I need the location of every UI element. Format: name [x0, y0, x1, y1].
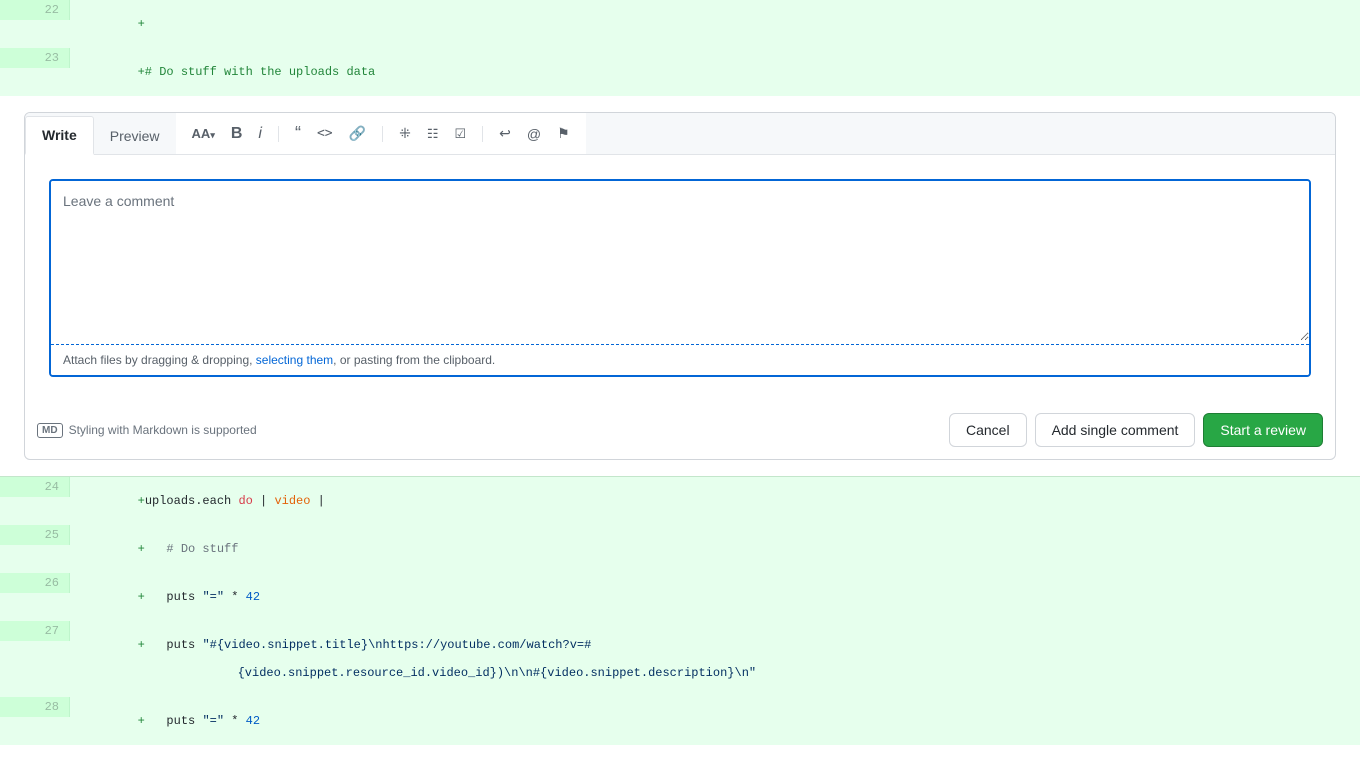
markdown-icon: MD	[37, 423, 63, 438]
diff-row-26: 26 + puts "=" * 42	[0, 573, 1360, 621]
diff-row-24: 24 +uploads.each do | video |	[0, 477, 1360, 525]
comment-form-container: Write Preview AA▾ B i “	[0, 96, 1360, 476]
attach-text-after: , or pasting from the clipboard.	[333, 353, 495, 367]
comment-actions: MD Styling with Markdown is supported Ca…	[25, 401, 1335, 459]
ordered-list-button[interactable]: ☷	[423, 124, 443, 144]
line-num-23: 23	[0, 48, 70, 68]
quote-icon: “	[295, 123, 301, 144]
add-single-comment-button[interactable]: Add single comment	[1035, 413, 1196, 447]
separator-3	[482, 126, 483, 142]
line-content-28: + puts "=" * 42	[70, 697, 1360, 745]
line-num-26: 26	[0, 573, 70, 593]
tab-preview[interactable]: Preview	[94, 118, 176, 154]
attach-text-before: Attach files by dragging & dropping,	[63, 353, 256, 367]
line-num-28: 28	[0, 697, 70, 717]
reply-button[interactable]: ↩	[495, 123, 515, 144]
separator-2	[382, 126, 383, 142]
heading-button[interactable]: AA▾	[188, 124, 219, 143]
diff-row-22: 22 +	[0, 0, 1360, 48]
link-button[interactable]: 🔗	[345, 123, 370, 144]
ul-icon: ⁜	[399, 125, 411, 142]
italic-button[interactable]: i	[254, 123, 266, 145]
markdown-hint: MD Styling with Markdown is supported	[37, 423, 941, 438]
separator-1	[278, 126, 279, 142]
diff-bottom: 24 +uploads.each do | video | 25 + # Do …	[0, 476, 1360, 745]
bookmark-icon: ⚑	[557, 125, 570, 142]
comment-form-panel: Write Preview AA▾ B i “	[24, 112, 1336, 460]
selecting-them-link[interactable]: selecting them	[256, 353, 333, 367]
bold-button[interactable]: B	[227, 123, 247, 145]
diff-row-28: 28 + puts "=" * 42	[0, 697, 1360, 745]
bookmark-button[interactable]: ⚑	[553, 123, 574, 144]
line-content-23: +# Do stuff with the uploads data	[70, 48, 1360, 96]
ol-icon: ☷	[427, 126, 439, 142]
line-content-22: +	[70, 0, 1360, 48]
line-num-24: 24	[0, 477, 70, 497]
line-num-27: 27	[0, 621, 70, 641]
cancel-button[interactable]: Cancel	[949, 413, 1027, 447]
unordered-list-button[interactable]: ⁜	[395, 123, 415, 144]
attach-files-bar: Attach files by dragging & dropping, sel…	[51, 344, 1309, 375]
reply-icon: ↩	[499, 125, 511, 142]
tabs-toolbar-row: Write Preview AA▾ B i “	[25, 113, 1335, 155]
tasklist-icon: ☑	[454, 126, 466, 142]
markdown-hint-label: Styling with Markdown is supported	[69, 423, 257, 437]
tab-group: Write Preview	[25, 113, 176, 154]
diff-top: 22 + 23 +# Do stuff with the uploads dat…	[0, 0, 1360, 96]
textarea-wrapper-outer: Attach files by dragging & dropping, sel…	[25, 155, 1335, 401]
diff-row-25: 25 + # Do stuff	[0, 525, 1360, 573]
page-wrapper: 22 + 23 +# Do stuff with the uploads dat…	[0, 0, 1360, 766]
comment-textarea[interactable]	[51, 181, 1309, 341]
line-num-25: 25	[0, 525, 70, 545]
code-button[interactable]: <>	[313, 124, 337, 143]
start-review-button[interactable]: Start a review	[1203, 413, 1323, 447]
line-content-27: + puts "#{video.snippet.title}\nhttps://…	[70, 621, 1360, 697]
bold-icon: B	[231, 125, 243, 143]
link-icon: 🔗	[349, 125, 366, 142]
toolbar: AA▾ B i “ <> 🔗	[176, 113, 586, 154]
italic-icon: i	[258, 125, 262, 143]
diff-row-27: 27 + puts "#{video.snippet.title}\nhttps…	[0, 621, 1360, 697]
mention-button[interactable]: @	[523, 124, 545, 144]
diff-row-23: 23 +# Do stuff with the uploads data	[0, 48, 1360, 96]
tab-write[interactable]: Write	[25, 116, 94, 155]
textarea-border-wrapper: Attach files by dragging & dropping, sel…	[49, 179, 1311, 377]
tasklist-button[interactable]: ☑	[450, 124, 470, 144]
mention-icon: @	[527, 126, 541, 142]
heading-icon: AA▾	[192, 126, 215, 141]
line-content-26: + puts "=" * 42	[70, 573, 1360, 621]
quote-button[interactable]: “	[291, 121, 305, 146]
line-content-25: + # Do stuff	[70, 525, 1360, 573]
code-icon: <>	[317, 126, 333, 141]
line-content-24: +uploads.each do | video |	[70, 477, 1360, 525]
line-num-22: 22	[0, 0, 70, 20]
